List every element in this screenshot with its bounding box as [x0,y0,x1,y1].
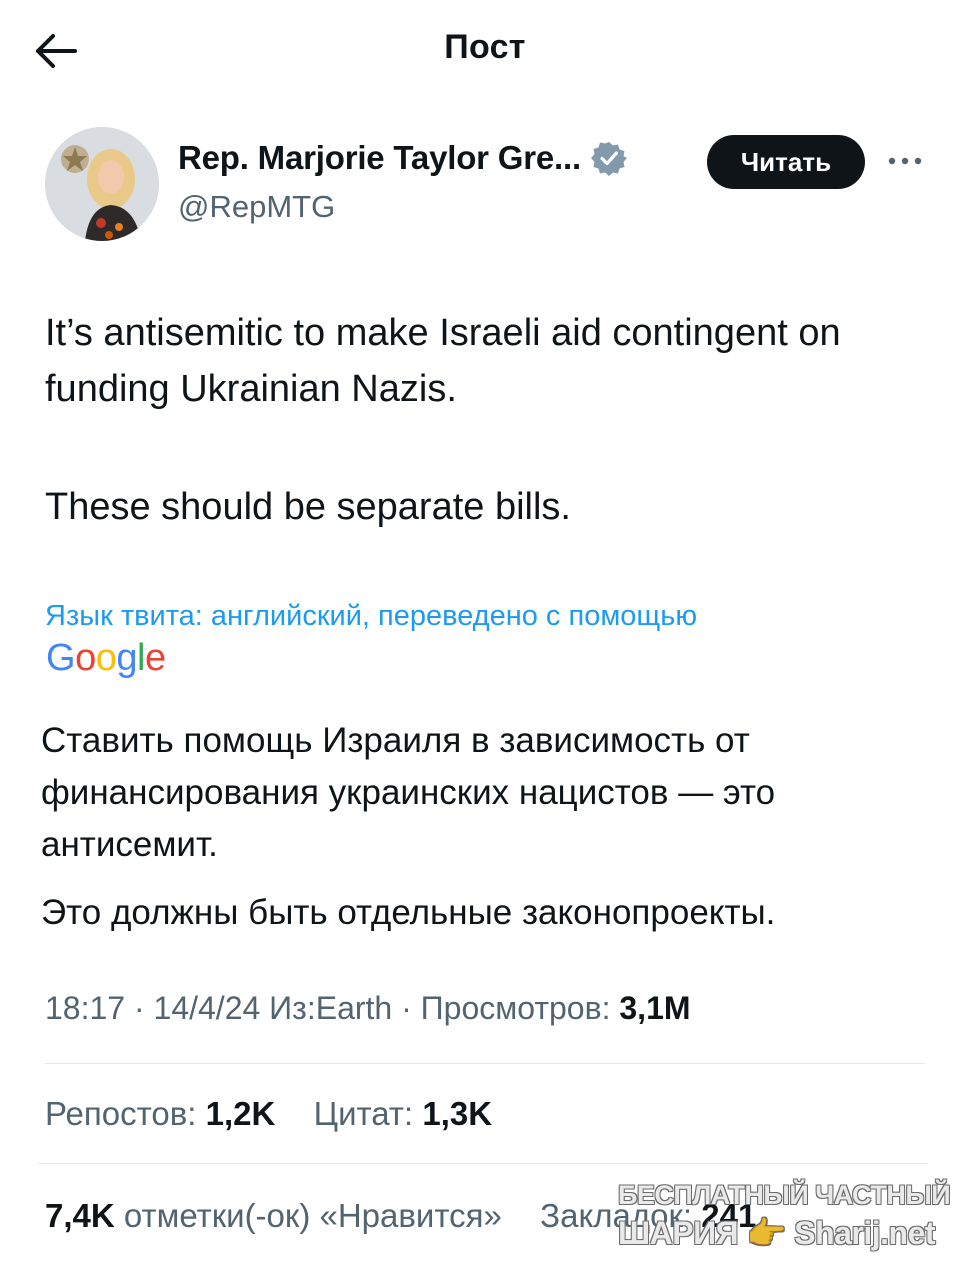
tweet-paragraph: It’s antisemitic to make Israeli aid con… [45,312,841,410]
google-logo-letter: o [75,637,96,679]
more-options-button[interactable] [885,145,925,177]
google-logo-letter: g [116,637,137,679]
display-name[interactable]: Rep. Marjorie Taylor Gre... [178,139,581,177]
name-row: Rep. Marjorie Taylor Gre... [178,139,627,177]
avatar-image [45,127,159,241]
google-logo-letter: G [46,637,76,679]
more-horizontal-icon [888,157,922,165]
google-logo-letter: e [144,637,166,679]
quotes-label: Цитат: [313,1095,414,1132]
user-handle[interactable]: @RepMTG [178,189,335,225]
avatar[interactable] [45,127,159,241]
quotes-stat[interactable]: Цитат: 1,3K [314,1095,492,1132]
tweet-time[interactable]: 18:17 [45,990,125,1026]
views-count[interactable]: 3,1M [619,990,690,1026]
google-logo-letter: l [136,637,145,679]
translation-note[interactable]: Язык твита: английский, переведено с пом… [45,600,697,633]
views-label: Просмотров: [420,990,611,1026]
bookmarks-count: 241 [701,1197,757,1234]
tweet-meta: 18:17 · 14/4/24 Из:Earth · Просмотров: 3… [45,990,691,1026]
reposts-stat[interactable]: Репостов: 1,2K [45,1095,285,1132]
tweet-source: Из:Earth [269,990,393,1026]
tweet-paragraph: These should be separate bills. [45,486,571,528]
translated-paragraph: Ставить помощь Израиля в зависимость от … [41,721,776,864]
reposts-label: Репостов: [45,1095,197,1132]
stats-row: Репостов: 1,2K Цитат: 1,3K [45,1095,492,1133]
reposts-count: 1,2K [205,1095,276,1132]
tweet-date[interactable]: 14/4/24 [154,990,261,1026]
google-logo: Google [46,637,166,680]
tweet-text: It’s antisemitic to make Israeli aid con… [45,305,935,535]
google-logo-letter: o [95,637,117,679]
stats-row: 7,4K отметки(-ок) «Нравится» Закладок: 2… [45,1197,756,1235]
tweet-author: Rep. Marjorie Taylor Gre... @RepMTG Чита… [45,127,925,243]
divider [38,1163,928,1164]
verified-badge-icon [590,142,627,176]
translated-text: Ставить помощь Израиля в зависимость от … [41,715,941,939]
quotes-count: 1,3K [422,1095,493,1132]
likes-count: 7,4K [45,1197,115,1234]
divider [45,1063,925,1064]
translated-paragraph: Это должны быть отдельные законопроекты. [41,893,776,932]
bookmarks-label: Закладок: [540,1197,693,1234]
bookmarks-stat[interactable]: Закладок: 241 [540,1197,756,1234]
top-bar: Пост [0,0,970,100]
likes-stat[interactable]: 7,4K отметки(-ок) «Нравится» [45,1197,511,1234]
page-title: Пост [444,28,526,66]
likes-label: отметки(-ок) «Нравится» [123,1197,502,1234]
follow-button[interactable]: Читать [707,135,865,189]
